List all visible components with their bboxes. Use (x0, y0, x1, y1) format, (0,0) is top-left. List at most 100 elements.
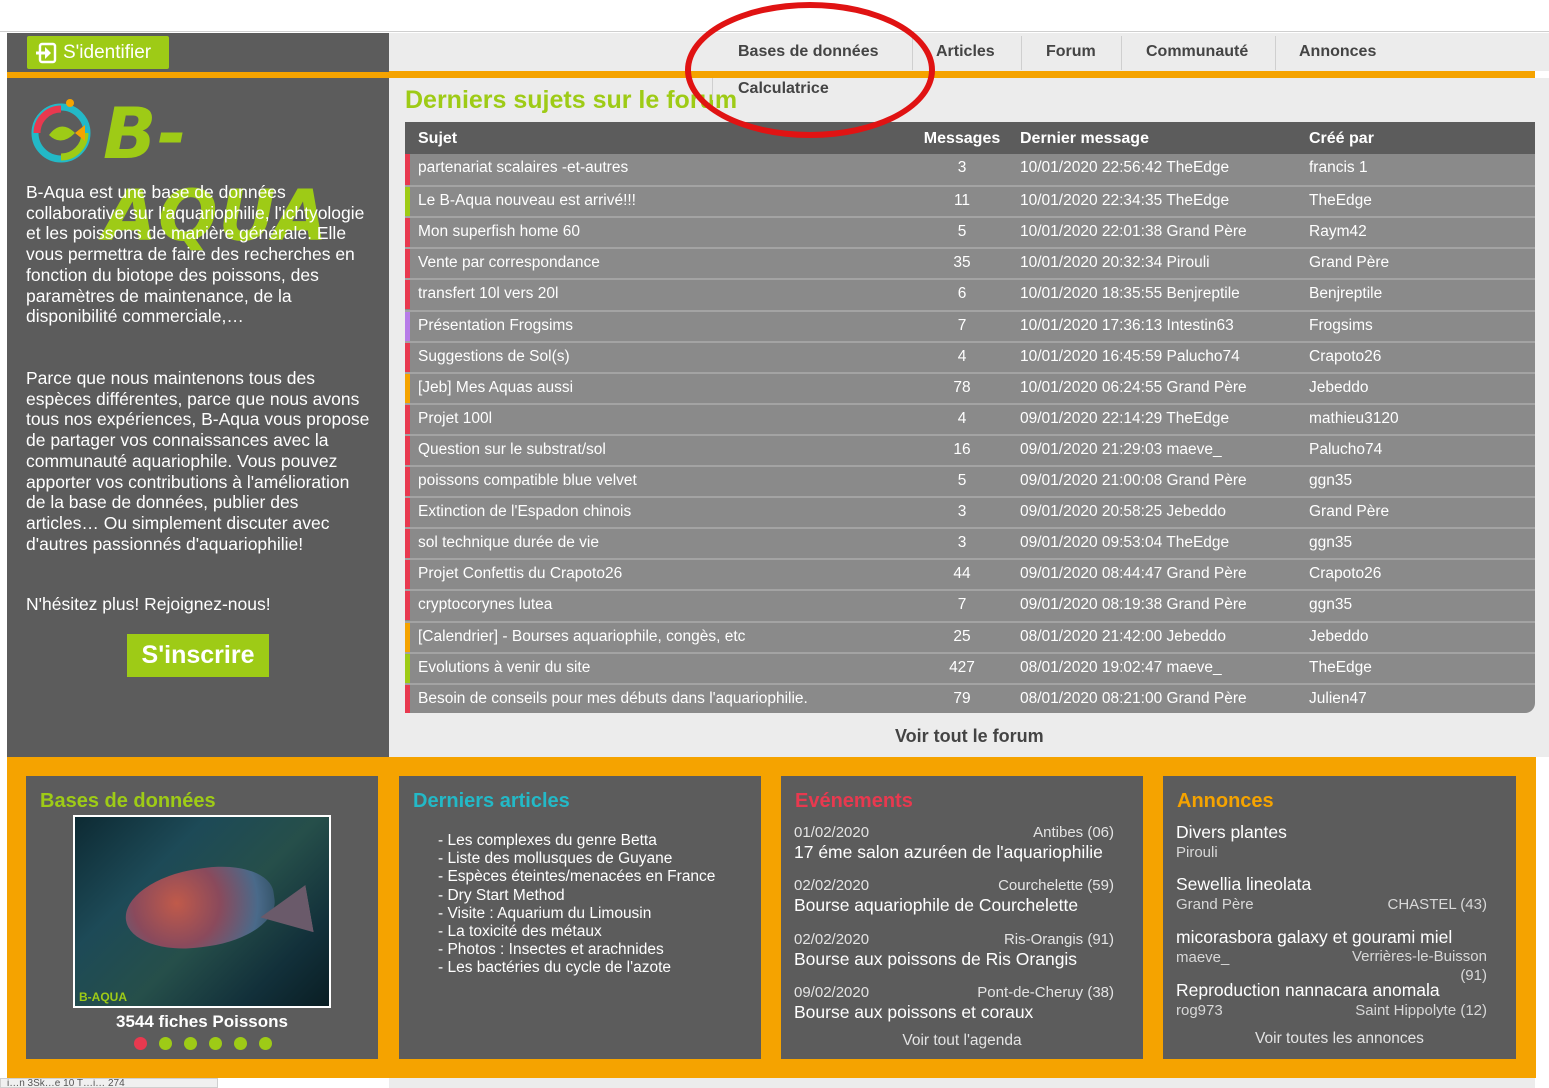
signup-button[interactable]: S'inscrire (127, 634, 269, 677)
ad-user[interactable]: Grand Père (1176, 896, 1254, 913)
table-row[interactable]: Question sur le substrat/sol 16 09/01/2020… (405, 433, 1535, 465)
table-row[interactable]: poissons compatible blue velvet 5 09/01/20… (405, 465, 1535, 497)
topic-subject[interactable]: Projet Confettis du Crapoto26 (418, 565, 622, 583)
nav-forum[interactable]: Forum (1046, 33, 1096, 71)
topic-last-message[interactable]: 10/01/2020 18:35:55 Benjreptile (1020, 285, 1240, 303)
nav-articles[interactable]: Articles (936, 33, 995, 71)
see-all-ads-link[interactable]: Voir toutes les annonces (1163, 1030, 1516, 1048)
table-row[interactable]: Projet Confettis du Crapoto26 44 09/01/202… (405, 558, 1535, 590)
topic-author[interactable]: TheEdge (1309, 659, 1372, 677)
event-name[interactable]: 17 éme salon azuréen de l'aquariophilie (794, 842, 1103, 863)
topic-author[interactable]: Jebeddo (1309, 628, 1368, 646)
topic-subject[interactable]: sol technique durée de vie (418, 534, 599, 552)
article-link[interactable]: - Photos : Insectes et arachnides (438, 941, 715, 959)
article-link[interactable]: - Liste des mollusques de Guyane (438, 850, 715, 868)
table-row[interactable]: Suggestions de Sol(s) 4 10/01/2020 16:45:5… (405, 340, 1535, 372)
carousel-dot[interactable] (184, 1037, 197, 1050)
nav-annonces[interactable]: Annonces (1299, 33, 1376, 71)
topic-author[interactable]: Julien47 (1309, 690, 1367, 708)
topic-subject[interactable]: Besoin de conseils pour mes débuts dans … (418, 690, 808, 708)
ad-title[interactable]: micorasbora galaxy et gourami miel (1176, 927, 1452, 948)
topic-author[interactable]: francis 1 (1309, 159, 1368, 177)
submenu-calculatrice[interactable]: Calculatrice (738, 80, 829, 98)
topic-last-message[interactable]: 08/01/2020 19:02:47 maeve_ (1020, 659, 1222, 677)
table-row[interactable]: cryptocorynes lutea 7 09/01/2020 08:19:38 … (405, 589, 1535, 621)
article-link[interactable]: - Dry Start Method (438, 887, 715, 905)
topic-subject[interactable]: Question sur le substrat/sol (418, 441, 606, 459)
see-all-events-link[interactable]: Voir tout l'agenda (781, 1032, 1143, 1050)
topic-last-message[interactable]: 10/01/2020 06:24:55 Grand Père (1020, 379, 1247, 397)
topic-subject[interactable]: [Calendrier] - Bourses aquariophile, con… (418, 628, 745, 646)
databases-title[interactable]: Bases de données (40, 790, 216, 813)
table-row[interactable]: Evolutions à venir du site 427 08/01/2020 … (405, 651, 1535, 683)
topic-last-message[interactable]: 10/01/2020 22:34:35 TheEdge (1020, 192, 1229, 210)
article-link[interactable]: - La toxicité des métaux (438, 923, 715, 941)
topic-author[interactable]: Jebeddo (1309, 379, 1368, 397)
event-name[interactable]: Bourse aux poissons de Ris Orangis (794, 949, 1077, 970)
topic-last-message[interactable]: 09/01/2020 08:44:47 Grand Père (1020, 565, 1247, 583)
article-link[interactable]: - Espèces éteintes/menacées en France (438, 868, 715, 886)
table-row[interactable]: [Jeb] Mes Aquas aussi 78 10/01/2020 06:24:… (405, 371, 1535, 403)
carousel-dot[interactable] (134, 1037, 147, 1050)
topic-last-message[interactable]: 09/01/2020 20:58:25 Jebeddo (1020, 503, 1226, 521)
topic-author[interactable]: ggn35 (1309, 534, 1352, 552)
topic-author[interactable]: Frogsims (1309, 317, 1373, 335)
header-messages[interactable]: Messages (910, 130, 1014, 148)
featured-fish-image[interactable]: B-AQUA (73, 815, 331, 1008)
topic-subject[interactable]: partenariat scalaires -et-autres (418, 159, 628, 177)
articles-title[interactable]: Derniers articles (413, 790, 570, 813)
site-logo[interactable]: B-AQUA (25, 91, 370, 257)
topic-subject[interactable]: Extinction de l'Espadon chinois (418, 503, 631, 521)
fish-count[interactable]: 3544 fiches Poissons (26, 1012, 378, 1032)
topic-author[interactable]: ggn35 (1309, 596, 1352, 614)
topic-last-message[interactable]: 09/01/2020 22:14:29 TheEdge (1020, 410, 1229, 428)
topic-author[interactable]: Grand Père (1309, 503, 1389, 521)
topic-author[interactable]: Palucho74 (1309, 441, 1382, 459)
table-row[interactable]: partenariat scalaires -et-autres 3 10/01/2… (405, 154, 1535, 186)
topic-last-message[interactable]: 08/01/2020 08:21:00 Grand Père (1020, 690, 1247, 708)
table-row[interactable]: Vente par correspondance 35 10/01/2020 20:… (405, 247, 1535, 279)
table-row[interactable]: Le B-Aqua nouveau est arrivé!!! 11 10/01/2… (405, 185, 1535, 217)
topic-author[interactable]: Grand Père (1309, 254, 1389, 272)
topic-subject[interactable]: Vente par correspondance (418, 254, 600, 272)
topic-author[interactable]: ggn35 (1309, 472, 1352, 490)
topic-author[interactable]: Crapoto26 (1309, 348, 1381, 366)
events-title[interactable]: Evénements (795, 790, 913, 813)
carousel-dot[interactable] (234, 1037, 247, 1050)
carousel-dot[interactable] (259, 1037, 272, 1050)
event-name[interactable]: Bourse aux poissons et coraux (794, 1002, 1033, 1023)
topic-subject[interactable]: Projet 100l (418, 410, 492, 428)
ad-title[interactable]: Sewellia lineolata (1176, 874, 1311, 895)
table-row[interactable]: Projet 100l 4 09/01/2020 22:14:29 TheEdge m… (405, 402, 1535, 434)
topic-author[interactable]: TheEdge (1309, 192, 1372, 210)
topic-author[interactable]: Crapoto26 (1309, 565, 1381, 583)
ad-title[interactable]: Reproduction nannacara anomala (1176, 980, 1440, 1001)
topic-author[interactable]: Benjreptile (1309, 285, 1382, 303)
topic-last-message[interactable]: 09/01/2020 09:53:04 TheEdge (1020, 534, 1229, 552)
table-row[interactable]: sol technique durée de vie 3 09/01/2020 09… (405, 527, 1535, 559)
topic-subject[interactable]: [Jeb] Mes Aquas aussi (418, 379, 573, 397)
article-link[interactable]: - Les bactéries du cycle de l'azote (438, 959, 715, 977)
topic-subject[interactable]: transfert 10l vers 20l (418, 285, 558, 303)
topic-last-message[interactable]: 09/01/2020 21:00:08 Grand Père (1020, 472, 1247, 490)
table-row[interactable]: Mon superfish home 60 5 10/01/2020 22:01:3… (405, 216, 1535, 248)
topic-subject[interactable]: Evolutions à venir du site (418, 659, 590, 677)
topic-last-message[interactable]: 10/01/2020 16:45:59 Palucho74 (1020, 348, 1240, 366)
header-last-message[interactable]: Dernier message (1020, 130, 1149, 148)
header-subject[interactable]: Sujet (418, 130, 457, 148)
event-name[interactable]: Bourse aquariophile de Courchelette (794, 895, 1078, 916)
table-row[interactable]: Besoin de conseils pour mes débuts dans … (405, 682, 1535, 713)
topic-subject[interactable]: Suggestions de Sol(s) (418, 348, 570, 366)
table-row[interactable]: Extinction de l'Espadon chinois 3 09/01/20… (405, 496, 1535, 528)
topic-last-message[interactable]: 10/01/2020 22:01:38 Grand Père (1020, 223, 1247, 241)
topic-author[interactable]: Raym42 (1309, 223, 1367, 241)
table-row[interactable]: [Calendrier] - Bourses aquariophile, con… (405, 620, 1535, 652)
article-link[interactable]: - Les complexes du genre Betta (438, 832, 715, 850)
topic-last-message[interactable]: 10/01/2020 17:36:13 Intestin63 (1020, 317, 1234, 335)
topic-subject[interactable]: cryptocorynes lutea (418, 596, 552, 614)
nav-bases-de-donnees[interactable]: Bases de données (738, 33, 879, 71)
article-link[interactable]: - Visite : Aquarium du Limousin (438, 905, 715, 923)
ad-user[interactable]: Pirouli (1176, 844, 1218, 861)
topic-subject[interactable]: poissons compatible blue velvet (418, 472, 637, 490)
topic-subject[interactable]: Présentation Frogsims (418, 317, 573, 335)
